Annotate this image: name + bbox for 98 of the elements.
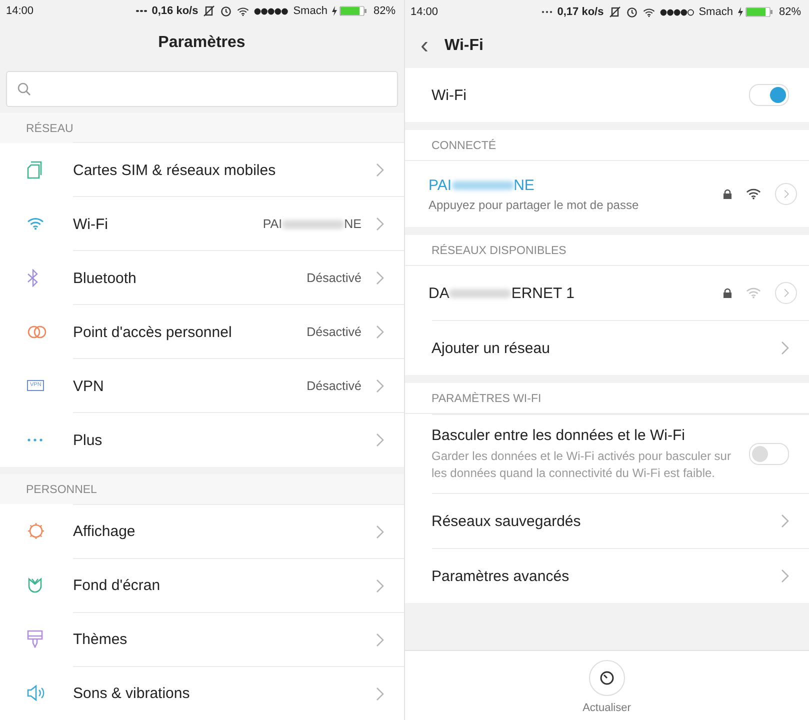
chevron-icon (376, 163, 384, 178)
signal-icon (254, 8, 288, 15)
carrier-name: Smach (698, 6, 733, 18)
item-label: Paramètres avancés (432, 568, 570, 584)
search-icon (17, 82, 31, 96)
item-description: Garder les données et le Wi-Fi activés pour basculer sur les données quand la connectivité du Wi-Fi est faible. (432, 448, 732, 481)
item-label: Cartes SIM & réseaux mobiles (73, 162, 277, 179)
section-header: PARAMÈTRES WI-FI (404, 383, 809, 414)
speaker-icon (27, 685, 45, 701)
chevron-icon (376, 433, 384, 448)
chevron-icon (376, 379, 384, 394)
item-value: Désactivé (306, 271, 362, 286)
network-item[interactable]: DA ERNET 1 (404, 266, 809, 320)
toggle-switch[interactable] (749, 443, 789, 465)
chevron-icon (376, 271, 384, 286)
bluetooth-icon (27, 268, 39, 287)
add-network-item[interactable]: Ajouter un réseau (432, 320, 809, 375)
network-name: DA ERNET 1 (428, 284, 576, 302)
toggle-switch[interactable] (749, 84, 789, 106)
battery-icon (738, 6, 774, 18)
item-label: Wi-Fi (73, 216, 109, 233)
battery-percent: 82% (778, 6, 801, 18)
search-field[interactable] (6, 70, 398, 107)
section-header: RÉSEAUX DISPONIBLES (404, 235, 809, 266)
alarm-icon (626, 6, 638, 18)
wifi-icon (642, 8, 655, 16)
sim-card-icon (27, 160, 43, 179)
wifi-icon (237, 6, 250, 16)
item-value: PAI NE (262, 217, 362, 232)
section-header: RÉSEAU (0, 112, 404, 143)
brightness-icon (27, 522, 45, 540)
chevron-icon (781, 569, 789, 583)
wifi-icon (27, 217, 44, 230)
item-label: Bluetooth (73, 270, 138, 287)
status-time: 14:00 (6, 5, 34, 18)
settings-item[interactable]: Thèmes (0, 612, 404, 666)
network-hint: Appuyez pour partager le mot de passe (428, 198, 640, 212)
item-label: Fond d'écran (73, 577, 162, 594)
carrier-name: Smach (293, 5, 328, 18)
item-label: Thèmes (73, 631, 128, 648)
chevron-icon (376, 632, 384, 646)
chevron-icon (376, 686, 384, 700)
rings-icon (27, 324, 47, 339)
chevron-icon (376, 325, 384, 340)
screen-title: Wi-Fi (444, 37, 484, 55)
settings-item[interactable]: Bluetooth Désactivé (0, 250, 404, 305)
chevron-icon (781, 514, 789, 528)
settings-item[interactable]: Wi-Fi PAI NE (0, 196, 404, 251)
item-label: Affichage (73, 523, 136, 540)
ellipsis-icon (136, 10, 147, 12)
section-header: PERSONNEL (0, 474, 404, 504)
chevron-icon (376, 217, 384, 232)
item-label: Sons & vibrations (73, 685, 191, 702)
section-header: CONNECTÉ (404, 130, 809, 161)
chevron-icon (376, 524, 384, 538)
battery-icon (332, 5, 368, 18)
toggle-label: Wi-Fi (432, 86, 468, 104)
back-button[interactable]: ‹ (416, 34, 432, 58)
battery-percent: 82% (373, 5, 396, 18)
vibrate-off-icon (608, 6, 621, 18)
chevron-icon (784, 187, 788, 201)
item-label: Réseaux sauvegardés (432, 512, 582, 530)
screen-title: Paramètres (158, 34, 246, 52)
network-item[interactable]: PAI NE Appuyez pour partager le mot de passe (404, 161, 809, 227)
signal-icon (660, 8, 694, 16)
settings-item[interactable]: Fond d'écran (0, 558, 404, 612)
alarm-icon (220, 5, 232, 18)
more-icon (27, 438, 43, 442)
item-value: Désactivé (306, 379, 362, 394)
chevron-icon (781, 341, 789, 355)
settings-item[interactable]: Réseaux sauvegardés (432, 493, 809, 548)
item-value: Désactivé (306, 325, 362, 340)
item-label: Plus (73, 432, 104, 449)
brush-icon (27, 630, 43, 648)
item-label: VPN (73, 378, 105, 395)
ellipsis-icon (542, 10, 552, 14)
details-button[interactable] (775, 282, 797, 304)
wifi-icon (746, 188, 761, 200)
network-speed: 0,17 ko/s (557, 6, 604, 18)
settings-item[interactable]: Point d'accès personnel Désactivé (0, 304, 404, 359)
tulip-icon (27, 577, 43, 593)
settings-item[interactable]: Affichage (0, 504, 404, 558)
settings-item[interactable]: Plus (0, 412, 404, 467)
status-time: 14:00 (410, 6, 438, 18)
wifi-icon (746, 287, 761, 299)
settings-item[interactable]: Sons & vibrations (0, 666, 404, 720)
item-label: Point d'accès personnel (73, 324, 233, 341)
details-button[interactable] (775, 183, 797, 205)
vibrate-off-icon (203, 5, 216, 18)
gauge-icon (588, 660, 625, 696)
refresh-button[interactable]: Actualiser (582, 660, 631, 714)
chevron-icon (784, 286, 788, 300)
item-label: Basculer entre les données et le Wi-Fi (432, 427, 686, 444)
settings-item[interactable]: Cartes SIM & réseaux mobiles (0, 142, 404, 197)
network-speed: 0,16 ko/s (152, 5, 198, 18)
network-name: PAI NE (428, 176, 536, 194)
item-label: Ajouter un réseau (432, 340, 551, 356)
chevron-icon (376, 578, 384, 592)
